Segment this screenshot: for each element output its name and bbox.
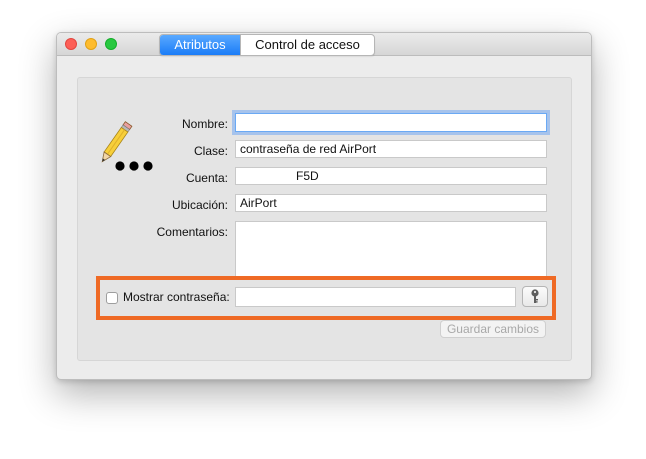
ubicacion-field[interactable]: AirPort (235, 194, 547, 212)
cuenta-field[interactable]: F5D (235, 167, 547, 185)
nombre-field[interactable] (235, 113, 547, 132)
cuenta-value: F5D (296, 169, 319, 183)
ubicacion-label: Ubicación: (171, 198, 228, 212)
cuenta-label: Cuenta: (185, 171, 228, 185)
key-icon (531, 289, 539, 303)
comentarios-textarea[interactable] (235, 221, 547, 277)
password-field[interactable] (235, 287, 516, 307)
mostrar-contrasena-label: Mostrar contraseña: (123, 290, 230, 304)
tab-control-de-acceso[interactable]: Control de acceso (240, 35, 374, 55)
nombre-label: Nombre: (181, 117, 228, 131)
tab-atributos[interactable]: Atributos (160, 35, 240, 55)
guardar-cambios-button[interactable]: Guardar cambios (440, 320, 546, 338)
clase-label: Clase: (193, 144, 228, 158)
clase-field[interactable]: contraseña de red AirPort (235, 140, 547, 158)
key-button[interactable] (522, 286, 548, 307)
mostrar-contrasena-checkbox[interactable] (106, 292, 118, 304)
comentarios-label: Comentarios: (156, 225, 228, 239)
tab-bar: Atributos Control de acceso (159, 34, 375, 56)
